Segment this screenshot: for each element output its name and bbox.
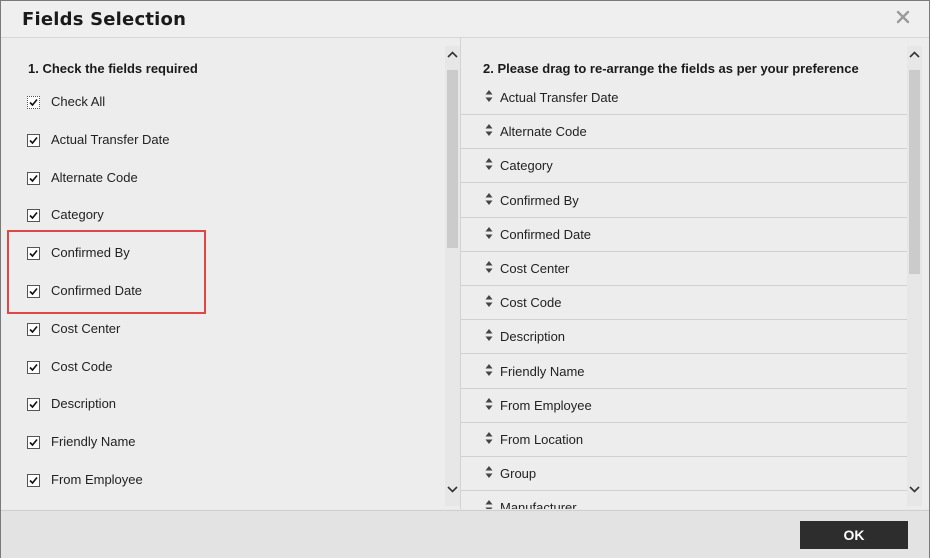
- field-checkbox-label: From Employee: [51, 472, 143, 487]
- drag-handle-icon[interactable]: [485, 158, 493, 170]
- draggable-field-group[interactable]: Group: [461, 457, 907, 491]
- draggable-field-label: Confirmed By: [500, 193, 579, 208]
- field-checkbox-row-from-employee[interactable]: From Employee: [27, 471, 327, 491]
- checkbox-checked-icon[interactable]: [27, 172, 40, 185]
- checkbox-checked-icon[interactable]: [27, 323, 40, 336]
- drag-handle-icon[interactable]: [485, 295, 493, 307]
- draggable-field-label: Confirmed Date: [500, 227, 592, 242]
- field-checkbox-row-cost-code[interactable]: Cost Code: [27, 358, 327, 378]
- checkbox-checked-icon[interactable]: [27, 285, 40, 298]
- draggable-field-label: Description: [500, 329, 566, 344]
- field-checkbox-row-alternate-code[interactable]: Alternate Code: [27, 169, 327, 189]
- field-checkbox-row-confirmed-by[interactable]: Confirmed By: [27, 244, 327, 264]
- draggable-field-label: Alternate Code: [500, 124, 587, 139]
- checkbox-checked-icon[interactable]: [27, 96, 40, 109]
- draggable-field-cost-code[interactable]: Cost Code: [461, 286, 907, 320]
- draggable-field-label: Cost Code: [500, 295, 562, 310]
- drag-handle-icon[interactable]: [485, 329, 493, 341]
- draggable-field-actual-transfer-date[interactable]: Actual Transfer Date: [461, 81, 907, 115]
- drag-handle-icon[interactable]: [485, 124, 493, 136]
- draggable-field-description[interactable]: Description: [461, 320, 907, 354]
- arrange-fields-title: 2. Please drag to re-arrange the fields …: [483, 61, 859, 76]
- close-icon[interactable]: [895, 9, 911, 25]
- checkbox-checked-icon[interactable]: [27, 398, 40, 411]
- draggable-field-label: Cost Center: [500, 261, 570, 276]
- field-checkbox-label: Category: [51, 207, 104, 222]
- field-checkbox-label: Confirmed By: [51, 245, 130, 260]
- drag-handle-icon[interactable]: [485, 261, 493, 273]
- draggable-field-label: Group: [500, 466, 537, 481]
- field-checkbox-label: Description: [51, 396, 117, 411]
- draggable-field-manufacturer[interactable]: Manufacturer: [461, 491, 907, 509]
- fields-selection-dialog: Fields Selection 1. Check the fields req…: [0, 0, 930, 558]
- field-checkbox-row-description[interactable]: Description: [27, 395, 327, 415]
- draggable-field-category[interactable]: Category: [461, 149, 907, 183]
- field-checkbox-label: Actual Transfer Date: [51, 132, 170, 147]
- field-checkbox-row-confirmed-date[interactable]: Confirmed Date: [27, 282, 327, 302]
- field-checkbox-row-friendly-name[interactable]: Friendly Name: [27, 433, 327, 453]
- draggable-field-from-employee[interactable]: From Employee: [461, 389, 907, 423]
- drag-handle-icon[interactable]: [485, 90, 493, 102]
- checkbox-checked-icon[interactable]: [27, 134, 40, 147]
- field-checkbox-row-cost-center[interactable]: Cost Center: [27, 320, 327, 340]
- field-checkbox-label: Check All: [51, 94, 106, 109]
- drag-handle-icon[interactable]: [485, 432, 493, 444]
- field-checkbox-row-category[interactable]: Category: [27, 206, 327, 226]
- field-checkbox-row-actual-transfer-date[interactable]: Actual Transfer Date: [27, 131, 327, 151]
- draggable-field-label: Category: [500, 158, 553, 173]
- right-scrollbar[interactable]: [907, 46, 922, 506]
- scroll-down-arrow-icon[interactable]: [445, 482, 460, 496]
- check-fields-title: 1. Check the fields required: [28, 61, 198, 76]
- checkbox-checked-icon[interactable]: [27, 247, 40, 260]
- field-checkbox-label: Cost Code: [51, 359, 113, 374]
- draggable-field-label: Friendly Name: [500, 364, 585, 379]
- dialog-title-bar: Fields Selection: [1, 1, 929, 38]
- field-checkbox-label: Alternate Code: [51, 170, 138, 185]
- field-checkbox-label: Friendly Name: [51, 434, 136, 449]
- draggable-field-label: Actual Transfer Date: [500, 90, 619, 105]
- draggable-field-confirmed-by[interactable]: Confirmed By: [461, 184, 907, 218]
- arrange-fields-pane: 2. Please drag to re-arrange the fields …: [461, 38, 907, 509]
- draggable-field-friendly-name[interactable]: Friendly Name: [461, 355, 907, 389]
- scroll-up-arrow-icon[interactable]: [445, 48, 460, 62]
- left-scrollbar[interactable]: [445, 46, 460, 506]
- draggable-field-cost-center[interactable]: Cost Center: [461, 252, 907, 286]
- dialog-footer: OK: [1, 510, 929, 558]
- field-checkbox-label: Confirmed Date: [51, 283, 143, 298]
- ok-button[interactable]: OK: [800, 521, 908, 549]
- field-checkbox-label: Cost Center: [51, 321, 121, 336]
- drag-handle-icon[interactable]: [485, 398, 493, 410]
- check-fields-pane: 1. Check the fields required Check All Ac…: [5, 38, 445, 509]
- dialog-title: Fields Selection: [22, 9, 187, 30]
- left-scrollbar-thumb[interactable]: [447, 70, 458, 248]
- drag-handle-icon[interactable]: [485, 466, 493, 478]
- scroll-down-arrow-icon[interactable]: [907, 482, 922, 496]
- draggable-field-from-location[interactable]: From Location: [461, 423, 907, 457]
- checkbox-checked-icon[interactable]: [27, 474, 40, 487]
- drag-handle-icon[interactable]: [485, 500, 493, 509]
- checkbox-checked-icon[interactable]: [27, 209, 40, 222]
- draggable-field-label: From Location: [500, 432, 584, 447]
- checkbox-checked-icon[interactable]: [27, 436, 40, 449]
- checkbox-checked-icon[interactable]: [27, 361, 40, 374]
- field-checkbox-row-check-all[interactable]: Check All: [27, 93, 327, 113]
- dialog-body: 1. Check the fields required Check All Ac…: [1, 38, 929, 509]
- draggable-field-alternate-code[interactable]: Alternate Code: [461, 115, 907, 149]
- drag-handle-icon[interactable]: [485, 227, 493, 239]
- draggable-field-confirmed-date[interactable]: Confirmed Date: [461, 218, 907, 252]
- draggable-field-label: Manufacturer: [500, 500, 577, 509]
- scroll-up-arrow-icon[interactable]: [907, 48, 922, 62]
- drag-handle-icon[interactable]: [485, 193, 493, 205]
- draggable-field-label: From Employee: [500, 398, 592, 413]
- drag-handle-icon[interactable]: [485, 364, 493, 376]
- right-scrollbar-thumb[interactable]: [909, 70, 920, 274]
